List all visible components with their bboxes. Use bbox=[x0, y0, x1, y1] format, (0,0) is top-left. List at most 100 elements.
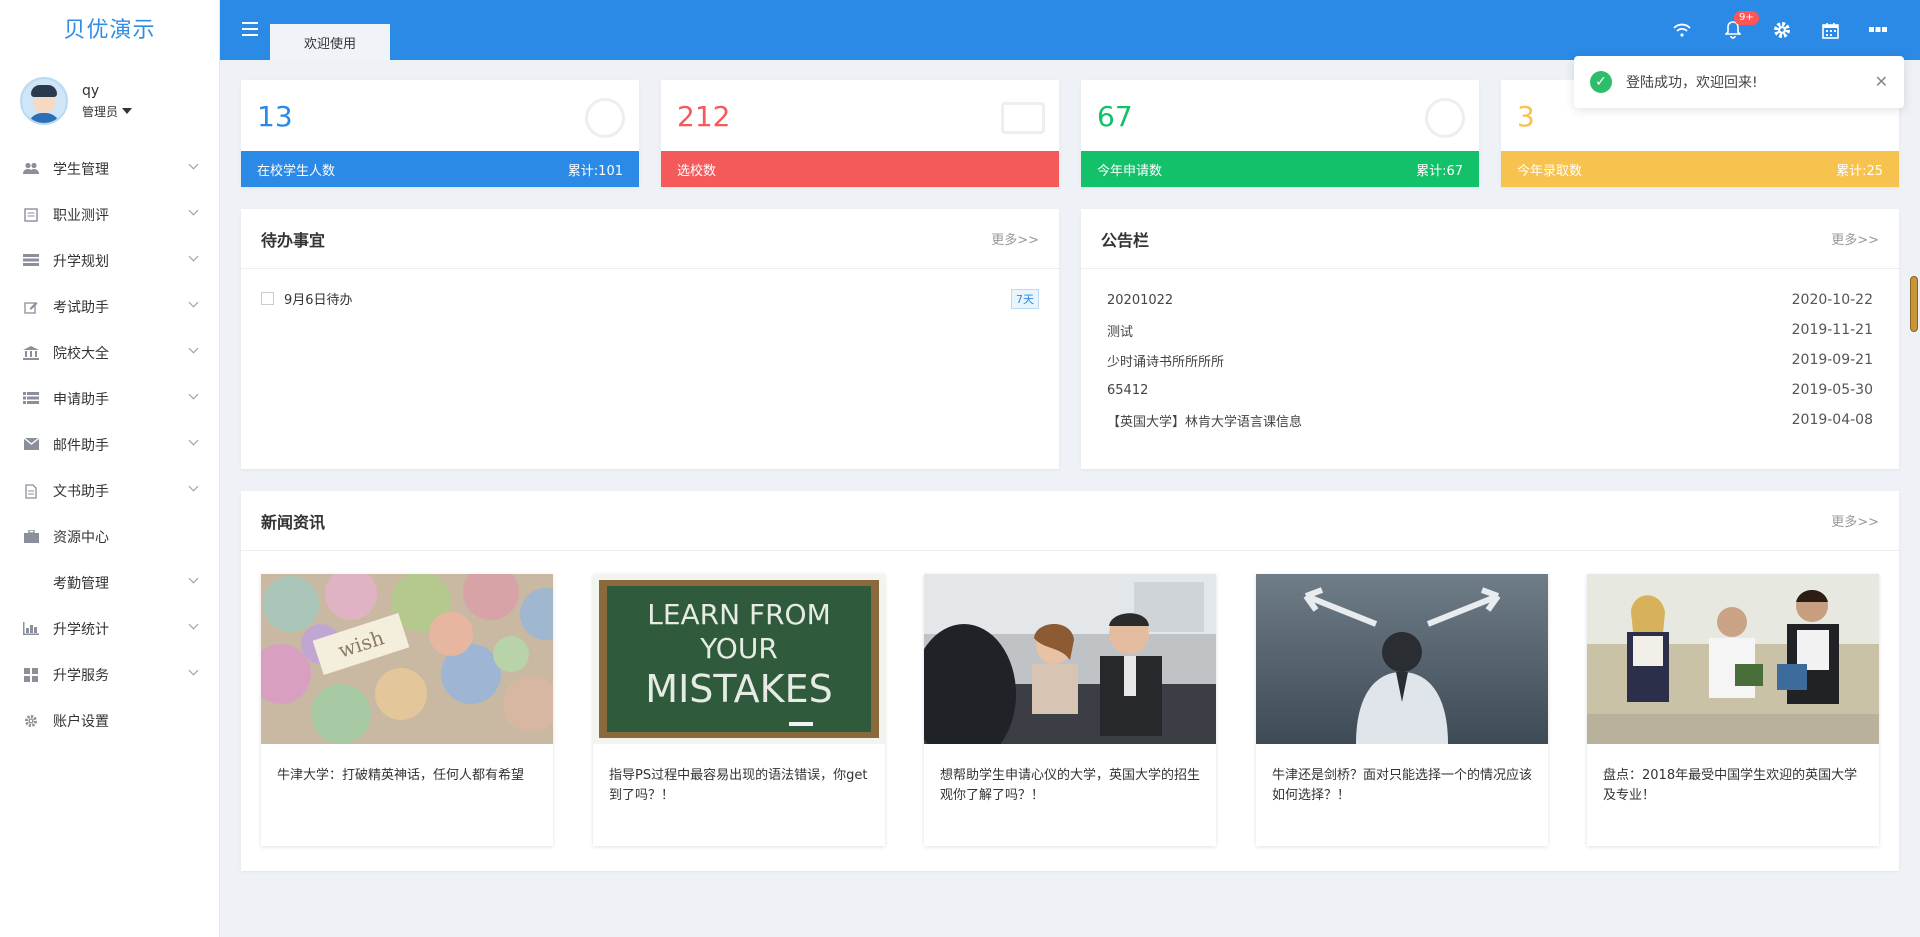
list-item[interactable]: 【英国大学】林肯大学语言课信息 2019-04-08 bbox=[1107, 405, 1873, 435]
days-badge: 7天 bbox=[1011, 289, 1039, 309]
news-title: 牛津还是剑桥？面对只能选择一个的情况应该如何选择？！ bbox=[1272, 768, 1533, 803]
sidebar-item-label: 考勤管理 bbox=[53, 576, 109, 592]
users-icon bbox=[22, 162, 40, 176]
chevron-down-icon bbox=[188, 619, 199, 630]
sidebar-item-career-assessment[interactable]: 职业测评 bbox=[0, 192, 219, 238]
bank-icon bbox=[22, 346, 40, 360]
stat-value: 3 bbox=[1517, 100, 1535, 133]
sidebar-item-label: 职业测评 bbox=[53, 208, 109, 224]
stat-label: 选校数 bbox=[677, 163, 717, 179]
sidebar-item-services[interactable]: 升学服务 bbox=[0, 652, 219, 698]
sidebar-item-account-settings[interactable]: 账户设置 bbox=[0, 698, 219, 744]
sidebar-item-label: 考试助手 bbox=[53, 300, 109, 316]
chevron-down-icon bbox=[188, 665, 199, 676]
stat-bar: 在校学生人数 累计:101 bbox=[241, 151, 639, 187]
sidebar-item-label: 邮件助手 bbox=[53, 438, 109, 454]
news-title: 牛津大学：打破精英神话，任何人都有希望 bbox=[277, 768, 525, 783]
sidebar-item-admission-planning[interactable]: 升学规划 bbox=[0, 238, 219, 284]
stat-bar: 今年录取数 累计:25 bbox=[1501, 151, 1899, 187]
sidebar-item-label: 院校大全 bbox=[53, 346, 109, 362]
sidebar-item-student-management[interactable]: 学生管理 bbox=[0, 146, 219, 192]
notice-date: 2020-10-22 bbox=[1791, 292, 1873, 308]
user-panel: qy 管理员 bbox=[0, 56, 219, 146]
browser-search-icon bbox=[1001, 102, 1045, 134]
chevron-down-icon bbox=[188, 205, 199, 216]
stat-bar: 今年申请数 累计:67 bbox=[1081, 151, 1479, 187]
chevron-down-icon bbox=[188, 435, 199, 446]
notice-date: 2019-05-30 bbox=[1791, 382, 1873, 398]
wifi-icon[interactable] bbox=[1670, 18, 1694, 42]
stat-card-students[interactable]: 13 在校学生人数 累计:101 bbox=[241, 80, 639, 187]
login-success-toast: ✓ 登陆成功，欢迎回来! ✕ bbox=[1574, 56, 1904, 108]
scrollbar-handle[interactable] bbox=[1910, 276, 1918, 332]
news-card[interactable]: wish 牛津大学：打破精英神话，任何人都有希望 bbox=[261, 574, 553, 846]
users-circle-icon bbox=[585, 98, 625, 138]
avatar[interactable] bbox=[20, 77, 68, 125]
news-card[interactable]: LEARN FROM YOUR MISTAKES 指导PS过程中最容易出现的语法… bbox=[593, 574, 885, 846]
tab-welcome[interactable]: 欢迎使用 bbox=[270, 24, 390, 60]
sidebar-item-universities[interactable]: 院校大全 bbox=[0, 330, 219, 376]
notice-title: 少时诵诗书所所所所 bbox=[1107, 354, 1225, 370]
list-icon bbox=[22, 392, 40, 406]
notice-panel: 公告栏 更多>> 20201022 2020-10-22 测试 2019-11-21… bbox=[1081, 209, 1899, 469]
notification-badge: 9+ bbox=[1734, 11, 1759, 25]
sidebar-item-application-assistant[interactable]: 申请助手 bbox=[0, 376, 219, 422]
list-item[interactable]: 少时诵诗书所所所所 2019-09-21 bbox=[1107, 345, 1873, 375]
stat-bar: 选校数 bbox=[661, 151, 1059, 187]
briefcase-icon bbox=[22, 529, 40, 544]
news-image-students bbox=[1587, 574, 1879, 744]
news-card[interactable]: 牛津还是剑桥？面对只能选择一个的情况应该如何选择？！ bbox=[1256, 574, 1548, 846]
sidebar-item-attendance[interactable]: 考勤管理 bbox=[0, 560, 219, 606]
news-image-chalkboard: LEARN FROM YOUR MISTAKES bbox=[593, 574, 885, 744]
caret-down-icon bbox=[122, 108, 133, 114]
sidebar-item-label: 升学服务 bbox=[53, 668, 109, 684]
clipboard-icon bbox=[22, 208, 40, 222]
blank-icon bbox=[22, 576, 40, 590]
edit-icon bbox=[22, 300, 40, 314]
sidebar-item-resource-center[interactable]: 资源中心 bbox=[0, 514, 219, 560]
chevron-down-icon bbox=[188, 159, 199, 170]
list-item[interactable]: 20201022 2020-10-22 bbox=[1107, 285, 1873, 315]
user-role-dropdown[interactable]: 管理员 bbox=[82, 103, 133, 120]
panel-title: 公告栏 bbox=[1101, 230, 1150, 250]
list-item[interactable]: 测试 2019-11-21 bbox=[1107, 315, 1873, 345]
news-title: 盘点：2018年最受中国学生欢迎的英国大学及专业！ bbox=[1603, 768, 1858, 803]
menu-toggle-icon[interactable] bbox=[242, 22, 258, 36]
stat-total: 累计:101 bbox=[567, 163, 623, 179]
more-link[interactable]: 更多>> bbox=[991, 229, 1039, 248]
notice-date: 2019-04-08 bbox=[1791, 412, 1873, 428]
news-card[interactable]: 盘点：2018年最受中国学生欢迎的英国大学及专业！ bbox=[1587, 574, 1879, 846]
todo-text: 9月6日待办 bbox=[284, 293, 353, 308]
panel-title: 待办事宜 bbox=[261, 230, 326, 250]
notice-date: 2019-11-21 bbox=[1791, 322, 1873, 338]
sidebar-item-exam-assistant[interactable]: 考试助手 bbox=[0, 284, 219, 330]
sidebar-item-label: 申请助手 bbox=[53, 392, 109, 408]
gear-icon[interactable] bbox=[1770, 18, 1794, 42]
more-link[interactable]: 更多>> bbox=[1831, 229, 1879, 248]
chevron-down-icon bbox=[188, 573, 199, 584]
stat-card-applications[interactable]: 67 今年申请数 累计:67 bbox=[1081, 80, 1479, 187]
chevron-down-icon bbox=[188, 481, 199, 492]
user-role-label: 管理员 bbox=[82, 104, 119, 119]
chevron-down-icon bbox=[188, 343, 199, 354]
bar-chart-icon bbox=[22, 622, 40, 636]
brand-title: 贝优演示 bbox=[63, 18, 156, 43]
more-icon[interactable] bbox=[1866, 18, 1890, 42]
news-card[interactable]: 想帮助学生申请心仪的大学，英国大学的招生观你了解了吗？！ bbox=[924, 574, 1216, 846]
news-image-wish-stars: wish bbox=[261, 574, 553, 744]
todo-checkbox[interactable] bbox=[261, 292, 274, 305]
notice-date: 2019-09-21 bbox=[1791, 352, 1873, 368]
sidebar-item-statistics[interactable]: 升学统计 bbox=[0, 606, 219, 652]
more-link[interactable]: 更多>> bbox=[1831, 511, 1879, 530]
sidebar-item-document-assistant[interactable]: 文书助手 bbox=[0, 468, 219, 514]
list-item[interactable]: 65412 2019-05-30 bbox=[1107, 375, 1873, 405]
calendar-icon[interactable] bbox=[1818, 18, 1842, 42]
server-icon bbox=[22, 254, 40, 268]
sidebar-item-email-assistant[interactable]: 邮件助手 bbox=[0, 422, 219, 468]
chevron-down-icon bbox=[188, 389, 199, 400]
notice-title: 【英国大学】林肯大学语言课信息 bbox=[1107, 414, 1303, 430]
toast-message: 登陆成功，欢迎回来! bbox=[1626, 75, 1758, 91]
close-icon[interactable]: ✕ bbox=[1875, 72, 1888, 91]
stat-card-school-choices[interactable]: 212 选校数 bbox=[661, 80, 1059, 187]
stat-total: 累计:67 bbox=[1416, 163, 1463, 179]
